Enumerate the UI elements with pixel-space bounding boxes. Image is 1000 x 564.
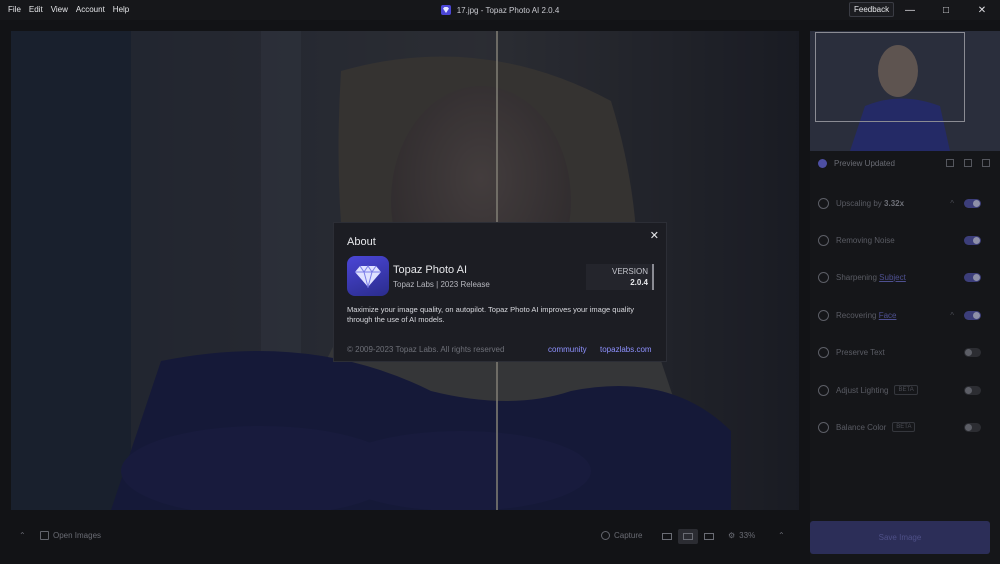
dialog-title: About xyxy=(347,236,376,248)
upscale-icon xyxy=(818,197,829,209)
close-window-icon[interactable]: ✕ xyxy=(967,0,997,20)
feature-label: Balance Color xyxy=(836,422,887,432)
color-icon xyxy=(818,421,829,433)
upscale-factor: 3.32x xyxy=(884,198,905,208)
expand-icon[interactable] xyxy=(964,159,972,167)
menu-file[interactable]: File xyxy=(4,0,25,20)
feature-label: Recovering Face xyxy=(836,311,896,320)
side-by-side-button[interactable] xyxy=(699,529,719,544)
feature-label: Sharpening Subject xyxy=(836,273,906,282)
preview-status-row: Preview Updated xyxy=(810,153,1000,173)
copyright-text: © 2009-2023 Topaz Labs. All rights reser… xyxy=(347,345,505,354)
feature-label: Removing Noise xyxy=(836,235,895,245)
zoom-icon: ⚙ xyxy=(728,531,736,540)
menu-view[interactable]: View xyxy=(47,0,72,20)
sharpen-icon xyxy=(818,271,829,283)
feature-preserve-text[interactable]: Preserve Text xyxy=(810,340,1000,364)
right-panel: Preview Updated Upscaling by 3.32x ^ Rem… xyxy=(810,31,1000,564)
remove-noise-toggle[interactable] xyxy=(964,235,981,245)
beta-badge: BETA xyxy=(894,385,918,395)
version-number: 2.0.4 xyxy=(630,278,648,287)
community-link[interactable]: community xyxy=(548,345,587,354)
face-icon xyxy=(818,309,829,321)
chevron-up-icon[interactable]: ^ xyxy=(950,199,954,208)
split-view-icon xyxy=(683,533,693,540)
adjust-lighting-toggle[interactable] xyxy=(964,385,981,395)
balance-color-toggle[interactable] xyxy=(964,422,981,432)
open-images-icon xyxy=(40,531,49,540)
website-link[interactable]: topazlabs.com xyxy=(600,345,652,354)
feature-label-text: Upscaling by xyxy=(836,198,885,208)
preserve-text-toggle[interactable] xyxy=(964,347,981,357)
save-image-button[interactable]: Save Image xyxy=(810,521,990,554)
chevron-up-icon[interactable]: ⌃ xyxy=(19,531,26,540)
open-images-label: Open Images xyxy=(53,531,102,540)
recover-face-toggle[interactable] xyxy=(964,310,981,320)
minimize-icon[interactable]: — xyxy=(895,0,925,20)
diamond-icon xyxy=(355,265,381,288)
chevron-up-icon[interactable]: ⌃ xyxy=(778,531,785,540)
upscaling-toggle[interactable] xyxy=(964,198,981,208)
feature-recover-face[interactable]: Recovering Face ^ xyxy=(810,303,1000,327)
camera-icon xyxy=(601,531,610,540)
noise-icon xyxy=(818,234,829,246)
maximize-icon[interactable]: □ xyxy=(931,0,961,20)
feature-label: Preserve Text xyxy=(836,347,885,357)
topaz-logo-icon xyxy=(347,256,389,296)
split-view-button[interactable] xyxy=(678,529,698,544)
feature-label: Adjust Lighting xyxy=(836,385,889,395)
zoom-control[interactable]: ⚙ 33% xyxy=(728,531,755,540)
feature-sharpen[interactable]: Sharpening Subject xyxy=(810,265,1000,289)
sharpen-subject-link[interactable]: Subject xyxy=(879,273,906,282)
navigator-thumbnail[interactable] xyxy=(810,31,1000,151)
menu-edit[interactable]: Edit xyxy=(25,0,47,20)
feature-adjust-lighting[interactable]: Adjust Lighting BETA xyxy=(810,378,1000,402)
close-icon[interactable]: ✕ xyxy=(650,229,659,242)
refresh-icon[interactable] xyxy=(946,159,954,167)
face-link[interactable]: Face xyxy=(879,311,897,320)
sharpen-toggle[interactable] xyxy=(964,272,981,282)
menu-help[interactable]: Help xyxy=(109,0,133,20)
feedback-button[interactable]: Feedback xyxy=(849,2,895,17)
side-by-side-icon xyxy=(704,533,714,540)
zoom-level: 33% xyxy=(739,531,756,540)
lighting-icon xyxy=(818,384,829,396)
menu-bar: File Edit View Account Help xyxy=(0,0,133,20)
text-icon xyxy=(818,346,829,358)
beta-badge: BETA xyxy=(892,422,916,432)
preview-status-label: Preview Updated xyxy=(834,158,895,168)
feature-label-text: Recovering xyxy=(836,310,879,320)
capture-label: Capture xyxy=(614,531,643,540)
product-description: Maximize your image quality, on autopilo… xyxy=(347,305,634,324)
chevron-up-icon[interactable]: ^ xyxy=(950,311,954,320)
capture-button[interactable]: Capture xyxy=(601,531,642,540)
feature-label: Upscaling by 3.32x xyxy=(836,199,904,208)
feature-remove-noise[interactable]: Removing Noise xyxy=(810,228,1000,252)
open-images-button[interactable]: Open Images xyxy=(40,531,101,540)
feature-balance-color[interactable]: Balance Color BETA xyxy=(810,415,1000,439)
thumbnail-viewport-frame[interactable] xyxy=(815,32,965,122)
single-view-icon xyxy=(662,533,672,540)
preview-actions xyxy=(946,159,990,167)
product-name: Topaz Photo AI xyxy=(393,264,467,276)
version-label: VERSION xyxy=(611,267,648,276)
about-dialog: About ✕ Topaz Photo AI Topaz Labs | 2023… xyxy=(333,222,667,362)
menu-account[interactable]: Account xyxy=(72,0,109,20)
company-release: Topaz Labs | 2023 Release xyxy=(393,280,490,289)
feature-upscaling[interactable]: Upscaling by 3.32x ^ xyxy=(810,191,1000,215)
single-view-button[interactable] xyxy=(657,529,677,544)
feature-label-text: Sharpening xyxy=(836,272,880,282)
version-box: VERSION 2.0.4 xyxy=(586,264,654,290)
preview-status-icon xyxy=(818,158,827,168)
more-icon[interactable] xyxy=(982,159,990,167)
